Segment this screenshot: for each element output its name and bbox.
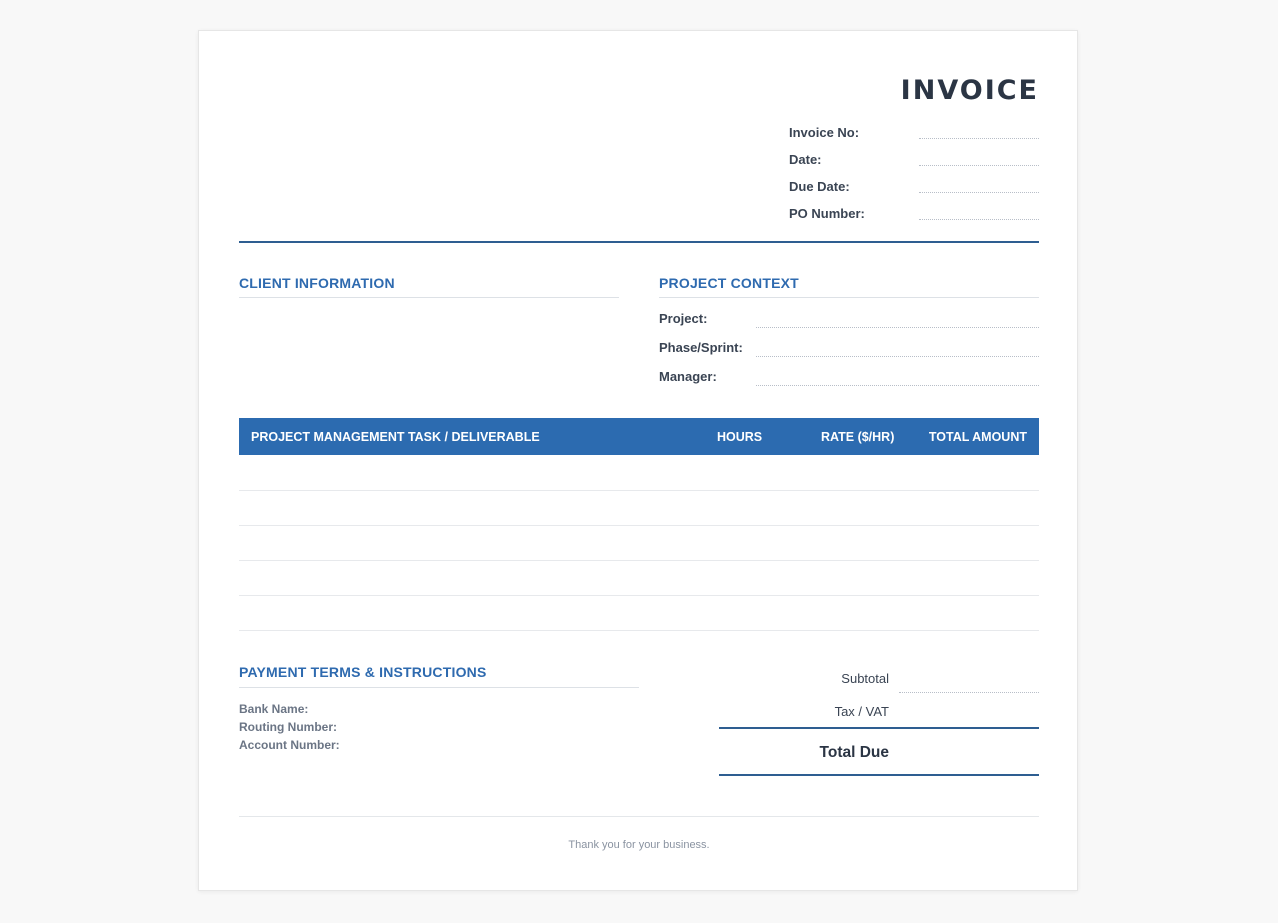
table-row[interactable] bbox=[239, 561, 1039, 596]
subtotal-field[interactable] bbox=[899, 692, 1039, 693]
date-field[interactable] bbox=[919, 165, 1039, 166]
meta-label: PO Number: bbox=[789, 206, 865, 221]
client-info-heading: CLIENT INFORMATION bbox=[239, 275, 395, 291]
phase-sprint-field[interactable] bbox=[756, 356, 1039, 357]
subtotal-label: Subtotal bbox=[841, 671, 889, 686]
column-header-rate: RATE ($/HR) bbox=[821, 430, 895, 444]
meta-row-po-number: PO Number: bbox=[789, 204, 1039, 231]
total-due-label: Total Due bbox=[819, 744, 889, 761]
invoice-no-field[interactable] bbox=[919, 138, 1039, 139]
manager-row: Manager: bbox=[659, 369, 1039, 398]
manager-field[interactable] bbox=[756, 385, 1039, 386]
thank-you-note: Thank you for your business. bbox=[568, 839, 710, 851]
column-header-task: PROJECT MANAGEMENT TASK / DELIVERABLE bbox=[251, 430, 540, 444]
meta-label: Invoice No: bbox=[789, 125, 860, 140]
routing-number-label: Routing Number: bbox=[239, 720, 337, 734]
project-context-divider bbox=[659, 297, 1039, 298]
project-field[interactable] bbox=[756, 327, 1039, 328]
client-info-divider bbox=[239, 297, 619, 298]
due-date-field[interactable] bbox=[919, 192, 1039, 193]
project-row: Project: bbox=[659, 311, 1039, 340]
table-row[interactable] bbox=[239, 456, 1039, 491]
table-row[interactable] bbox=[239, 526, 1039, 561]
account-number-label: Account Number: bbox=[239, 738, 340, 752]
bank-name-label: Bank Name: bbox=[239, 702, 309, 716]
phase-sprint-row: Phase/Sprint: bbox=[659, 340, 1039, 369]
phase-sprint-label: Phase/Sprint: bbox=[659, 340, 743, 355]
meta-label: Due Date: bbox=[789, 179, 850, 194]
invoice-sheet: INVOICE Invoice No: Date: Due Date: PO N… bbox=[198, 30, 1078, 891]
invoice-content: INVOICE Invoice No: Date: Due Date: PO N… bbox=[239, 31, 1039, 890]
total-due-underline bbox=[719, 774, 1039, 776]
meta-row-due-date: Due Date: bbox=[789, 177, 1039, 204]
header-divider bbox=[239, 241, 1039, 243]
column-header-hours: HOURS bbox=[717, 430, 763, 444]
po-number-field[interactable] bbox=[919, 219, 1039, 220]
meta-label: Date: bbox=[789, 152, 822, 167]
invoice-title: INVOICE bbox=[900, 75, 1039, 106]
totals-divider bbox=[719, 727, 1039, 729]
column-header-total: TOTAL AMOUNT bbox=[928, 430, 1027, 444]
table-row[interactable] bbox=[239, 596, 1039, 631]
invoice-meta: Invoice No: Date: Due Date: PO Number: bbox=[789, 123, 1039, 231]
project-context-heading: PROJECT CONTEXT bbox=[659, 275, 799, 291]
meta-row-date: Date: bbox=[789, 150, 1039, 177]
payment-terms-heading: PAYMENT TERMS & INSTRUCTIONS bbox=[239, 664, 487, 680]
meta-row-invoice-no: Invoice No: bbox=[789, 123, 1039, 150]
footer-divider bbox=[239, 816, 1039, 817]
table-row[interactable] bbox=[239, 491, 1039, 526]
project-label: Project: bbox=[659, 311, 708, 326]
manager-label: Manager: bbox=[659, 369, 717, 384]
tax-vat-label: Tax / VAT bbox=[834, 704, 889, 719]
line-items-header: PROJECT MANAGEMENT TASK / DELIVERABLE HO… bbox=[239, 418, 1039, 455]
payment-terms-divider bbox=[239, 687, 639, 688]
